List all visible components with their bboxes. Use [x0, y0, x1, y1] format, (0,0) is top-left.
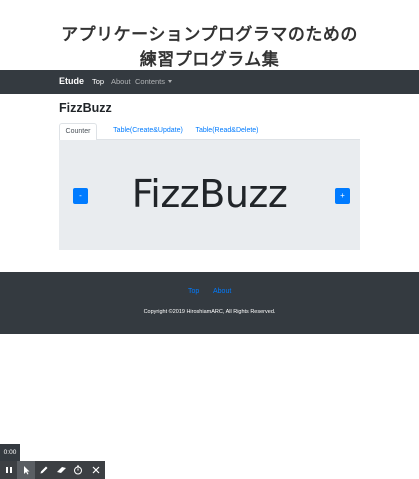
header-title-line2: 練習プログラム集: [139, 50, 280, 69]
chevron-down-icon: [168, 80, 173, 83]
close-icon[interactable]: [87, 461, 105, 479]
nav-item-contents[interactable]: Contents: [135, 77, 173, 86]
recording-timer: 0:00: [0, 444, 20, 461]
tab-counter[interactable]: Counter: [59, 123, 97, 141]
highlighter-icon[interactable]: [52, 461, 70, 479]
tab-bar: Counter Table(Create&Update) Table(Read&…: [59, 123, 360, 141]
nav-item-top[interactable]: Top: [92, 77, 104, 86]
nav-item-contents-label: Contents: [135, 77, 166, 86]
footer-link-top[interactable]: Top: [188, 288, 199, 295]
header-title-line1: アプリケーションプログラマのための: [61, 25, 358, 44]
timer-icon[interactable]: [69, 461, 87, 479]
increment-button[interactable]: +: [335, 188, 350, 204]
footer-link-about[interactable]: About: [213, 288, 231, 295]
counter-pane: - FizzBuzz +: [59, 140, 360, 250]
tab-table-create-update[interactable]: Table(Create&Update): [102, 123, 194, 140]
page-title: FizzBuzz: [59, 101, 112, 115]
copyright-text: Copyright ©2019 HiroshiamARC, All Rights…: [143, 309, 276, 315]
pen-icon[interactable]: [35, 461, 53, 479]
recorder-toolbar: [0, 461, 105, 479]
footer: Top About Copyright ©2019 HiroshiamARC, …: [0, 272, 419, 334]
nav-item-about[interactable]: About: [111, 77, 131, 86]
pause-icon[interactable]: [0, 461, 18, 479]
fizzbuzz-display: FizzBuzz: [131, 172, 288, 216]
page-header: アプリケーションプログラマのための 練習プログラム集: [0, 0, 419, 70]
navbar-brand[interactable]: Etude: [59, 76, 84, 86]
tab-table-read-delete[interactable]: Table(Read&Delete): [184, 123, 270, 140]
cursor-icon[interactable]: [17, 461, 35, 479]
navbar: Etude Top About Contents: [0, 70, 419, 94]
